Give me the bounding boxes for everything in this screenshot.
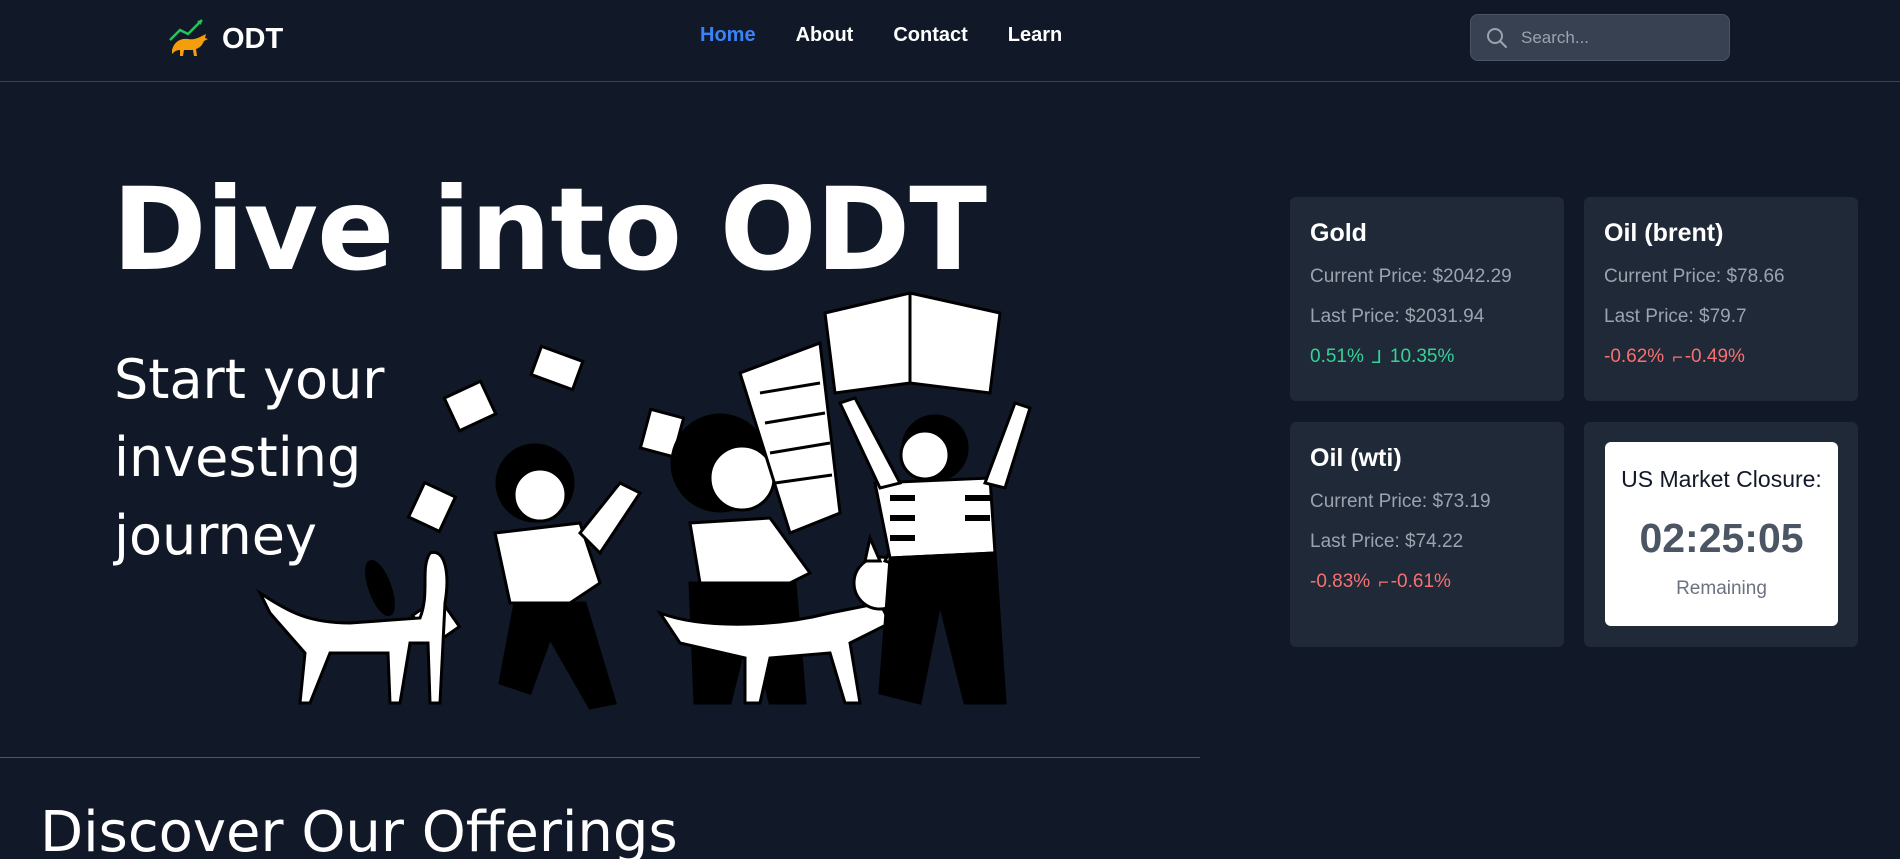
search-box[interactable]	[1470, 14, 1730, 61]
card-title: Oil (wti)	[1310, 444, 1402, 472]
market-closure-title: US Market Closure:	[1621, 466, 1822, 492]
trend-down-icon: ⌐	[1378, 571, 1389, 592]
last-price: Last Price: $2031.94	[1310, 306, 1485, 327]
main-nav: Home About Contact Learn	[700, 24, 1062, 47]
change-percent: -0.83%	[1310, 571, 1371, 592]
nav-home[interactable]: Home	[700, 24, 756, 47]
market-closure-countdown: 02:25:05	[1639, 515, 1804, 561]
card-title: Gold	[1310, 219, 1367, 247]
search-input[interactable]	[1521, 27, 1721, 48]
card-title: Oil (brent)	[1604, 219, 1724, 247]
brand-link[interactable]: ODT	[166, 16, 283, 62]
commodity-card-oil-wti[interactable]: Oil (wti) Current Price: $73.19 Last Pri…	[1290, 422, 1564, 647]
hero-title: Dive into ODT	[112, 163, 987, 296]
trend-up-icon: ⅃	[1371, 346, 1382, 367]
brand-name: ODT	[222, 22, 284, 55]
current-price: Current Price: $2042.29	[1310, 266, 1512, 287]
change-percent: -0.62%	[1604, 346, 1665, 367]
change-percent: -0.49%	[1684, 346, 1745, 367]
change-percent: 10.35%	[1389, 346, 1455, 367]
navbar: ODT Home About Contact Learn	[0, 0, 1900, 82]
change-percent: -0.61%	[1390, 571, 1451, 592]
hero-illustration	[256, 291, 1032, 710]
price-change: 0.51% ⅃ 10.35%	[1310, 346, 1544, 368]
last-price: Last Price: $74.22	[1310, 531, 1464, 552]
market-closure-panel: US Market Closure: 02:25:05 Remaining	[1605, 442, 1838, 626]
market-closure-remaining: Remaining	[1676, 578, 1767, 599]
offerings-title: Discover Our Offerings	[40, 800, 678, 859]
price-change: -0.62% ⌐ -0.49%	[1604, 346, 1838, 368]
nav-about[interactable]: About	[796, 24, 854, 47]
commodity-card-gold[interactable]: Gold Current Price: $2042.29 Last Price:…	[1290, 197, 1564, 401]
trend-down-icon: ⌐	[1672, 346, 1683, 367]
commodity-card-oil-brent[interactable]: Oil (brent) Current Price: $78.66 Last P…	[1584, 197, 1858, 401]
bull-logo-icon	[169, 19, 208, 56]
current-price: Current Price: $73.19	[1310, 491, 1491, 512]
change-percent: 0.51%	[1310, 346, 1364, 367]
price-change: -0.83% ⌐ -0.61%	[1310, 571, 1544, 593]
nav-contact[interactable]: Contact	[893, 24, 967, 47]
last-price: Last Price: $79.7	[1604, 306, 1747, 327]
search-icon	[1487, 27, 1507, 48]
current-price: Current Price: $78.66	[1604, 266, 1785, 287]
nav-learn[interactable]: Learn	[1008, 24, 1062, 47]
hero-section: Dive into ODT Start your investing journ…	[0, 83, 1200, 758]
